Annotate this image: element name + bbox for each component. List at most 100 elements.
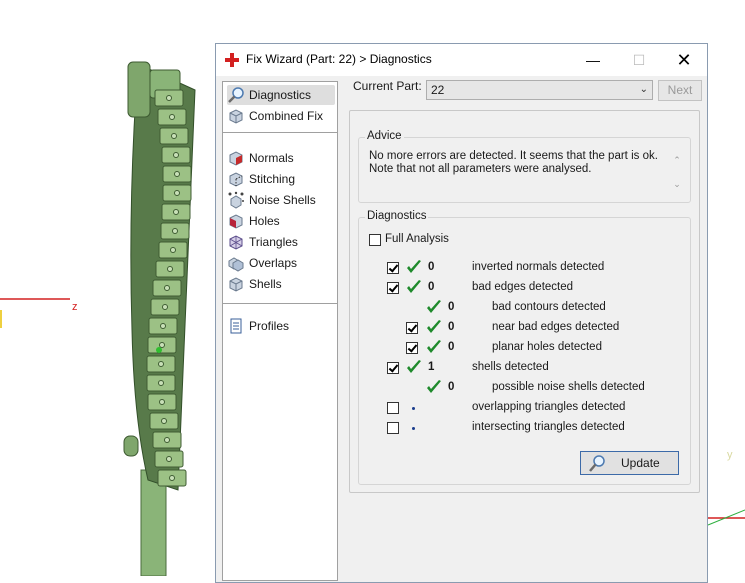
diagnostic-label: overlapping triangles detected xyxy=(472,401,626,413)
diagnostic-checkbox[interactable] xyxy=(387,422,399,434)
nav-item-profiles[interactable]: Profiles xyxy=(227,316,335,336)
red-cross-icon xyxy=(225,53,239,67)
advice-text-box: No more errors are detected. It seems th… xyxy=(369,150,681,196)
nav-item-label: Overlaps xyxy=(249,256,298,270)
vertebra-hole xyxy=(169,114,175,120)
diagnostics-title: Diagnostics xyxy=(365,210,429,222)
z-axis-label: z xyxy=(72,301,78,313)
current-part-value: 22 xyxy=(431,83,445,97)
check-ok-icon xyxy=(427,380,441,393)
nav-item-label: Shells xyxy=(249,277,282,291)
close-button[interactable]: ✕ xyxy=(661,44,707,76)
diagnostic-label: planar holes detected xyxy=(492,341,602,353)
vertebra-hole xyxy=(162,304,168,310)
vertebra-hole xyxy=(159,399,165,405)
vertebra-hole xyxy=(158,361,164,367)
nav-item-diagnostics[interactable]: Diagnostics xyxy=(227,85,335,105)
cube-icon xyxy=(229,109,243,124)
diagnostics-group: Diagnostics Full Analysis 0 inverted norm… xyxy=(358,210,691,485)
diagnostic-count: 0 xyxy=(448,381,455,393)
advice-line-1: No more errors are detected. It seems th… xyxy=(369,150,658,162)
noise-shells-icon xyxy=(228,191,244,209)
shells-cube-icon xyxy=(229,277,243,292)
nav-item-normals[interactable]: Normals xyxy=(227,148,335,168)
check-ok-icon xyxy=(427,320,441,333)
check-ok-icon xyxy=(407,260,421,273)
vertebra-hole xyxy=(160,323,166,329)
holes-cube-icon xyxy=(229,214,243,229)
nav-item-label: Holes xyxy=(249,214,280,228)
wizard-nav-panel: Diagnostics Combined Fix Normals Stitchi… xyxy=(222,81,338,581)
diagnostic-checkbox[interactable] xyxy=(406,342,418,354)
check-ok-icon xyxy=(407,280,421,293)
diagnostic-label: possible noise shells detected xyxy=(492,381,645,393)
current-part-label: Current Part: xyxy=(353,79,422,93)
normals-cube-icon xyxy=(229,151,243,166)
advice-line-2: Note that not all parameters were analys… xyxy=(369,163,592,175)
next-button[interactable]: Next xyxy=(658,80,702,101)
overlaps-cube-icon xyxy=(228,257,244,272)
diagnostic-checkbox[interactable] xyxy=(406,322,418,334)
magnifier-icon xyxy=(589,455,605,472)
vertebra-hole xyxy=(164,285,170,291)
magnifier-icon xyxy=(228,87,244,103)
advice-title: Advice xyxy=(365,130,404,142)
full-analysis-label: Full Analysis xyxy=(385,233,449,245)
triangles-icon xyxy=(229,235,243,250)
y-axis-label: y xyxy=(727,449,733,461)
scroll-up-icon[interactable]: ⌃ xyxy=(670,148,684,172)
current-part-select[interactable]: 22 ⌄ xyxy=(426,80,653,100)
vertebra-hole xyxy=(174,190,180,196)
fix-wizard-dialog: Fix Wizard (Part: 22) > Diagnostics — ☐ … xyxy=(215,43,708,583)
vertebra-hole xyxy=(173,152,179,158)
nav-item-label: Normals xyxy=(249,151,294,165)
nav-divider xyxy=(223,303,337,304)
document-icon xyxy=(230,318,242,334)
diagnostic-checkbox[interactable] xyxy=(387,262,399,274)
nav-item-stitching[interactable]: Stitching xyxy=(227,169,335,189)
vertebra-hole xyxy=(166,95,172,101)
advice-scrollbar[interactable]: ⌃ ⌄ xyxy=(670,148,684,196)
nav-item-combined-fix[interactable]: Combined Fix xyxy=(227,106,335,126)
diagnostic-checkbox[interactable] xyxy=(387,362,399,374)
nav-item-shells[interactable]: Shells xyxy=(227,274,335,294)
vertebra-hole xyxy=(164,437,170,443)
maximize-button[interactable]: ☐ xyxy=(616,44,662,76)
diagnostic-count: 0 xyxy=(448,341,455,353)
vertebra-hole xyxy=(169,475,175,481)
vertebra-hole xyxy=(158,380,164,386)
nav-item-triangles[interactable]: Triangles xyxy=(227,232,335,252)
scroll-down-icon[interactable]: ⌄ xyxy=(670,172,684,196)
stitching-cube-icon xyxy=(229,172,243,187)
update-button[interactable]: Update xyxy=(580,451,679,475)
chevron-down-icon: ⌄ xyxy=(639,84,648,95)
nav-item-label: Stitching xyxy=(249,172,296,186)
diagnostic-checkbox[interactable] xyxy=(387,282,399,294)
minimize-button[interactable]: — xyxy=(570,44,616,76)
not-analysed-dot-icon xyxy=(412,407,415,410)
update-label: Update xyxy=(621,456,660,470)
check-ok-icon xyxy=(427,300,441,313)
diagnostic-count: 0 xyxy=(448,301,455,313)
diagnostic-checkbox[interactable] xyxy=(387,402,399,414)
nav-item-overlaps[interactable]: Overlaps xyxy=(227,253,335,273)
full-analysis-checkbox[interactable] xyxy=(369,234,381,246)
vertebra-hole xyxy=(170,247,176,253)
vertebra-hole xyxy=(159,342,165,348)
diagnostic-label: inverted normals detected xyxy=(472,261,605,273)
vertebra-hole xyxy=(161,418,167,424)
nav-item-noise-shells[interactable]: Noise Shells xyxy=(227,190,335,210)
vertebra-hole xyxy=(166,456,172,462)
nav-item-holes[interactable]: Holes xyxy=(227,211,335,231)
diagnostic-count: 0 xyxy=(428,261,435,273)
nav-item-label: Diagnostics xyxy=(249,88,312,102)
diagnostics-panel: Advice No more errors are detected. It s… xyxy=(349,110,700,493)
title-bar[interactable]: Fix Wizard (Part: 22) > Diagnostics — ☐ … xyxy=(216,44,707,76)
vertebra-hole xyxy=(167,266,173,272)
nav-item-label: Noise Shells xyxy=(249,193,316,207)
nav-item-label: Profiles xyxy=(249,319,290,333)
diagnostic-count: 0 xyxy=(448,321,455,333)
diagnostic-label: near bad edges detected xyxy=(492,321,620,333)
not-analysed-dot-icon xyxy=(412,427,415,430)
vertebra-hole xyxy=(173,209,179,215)
